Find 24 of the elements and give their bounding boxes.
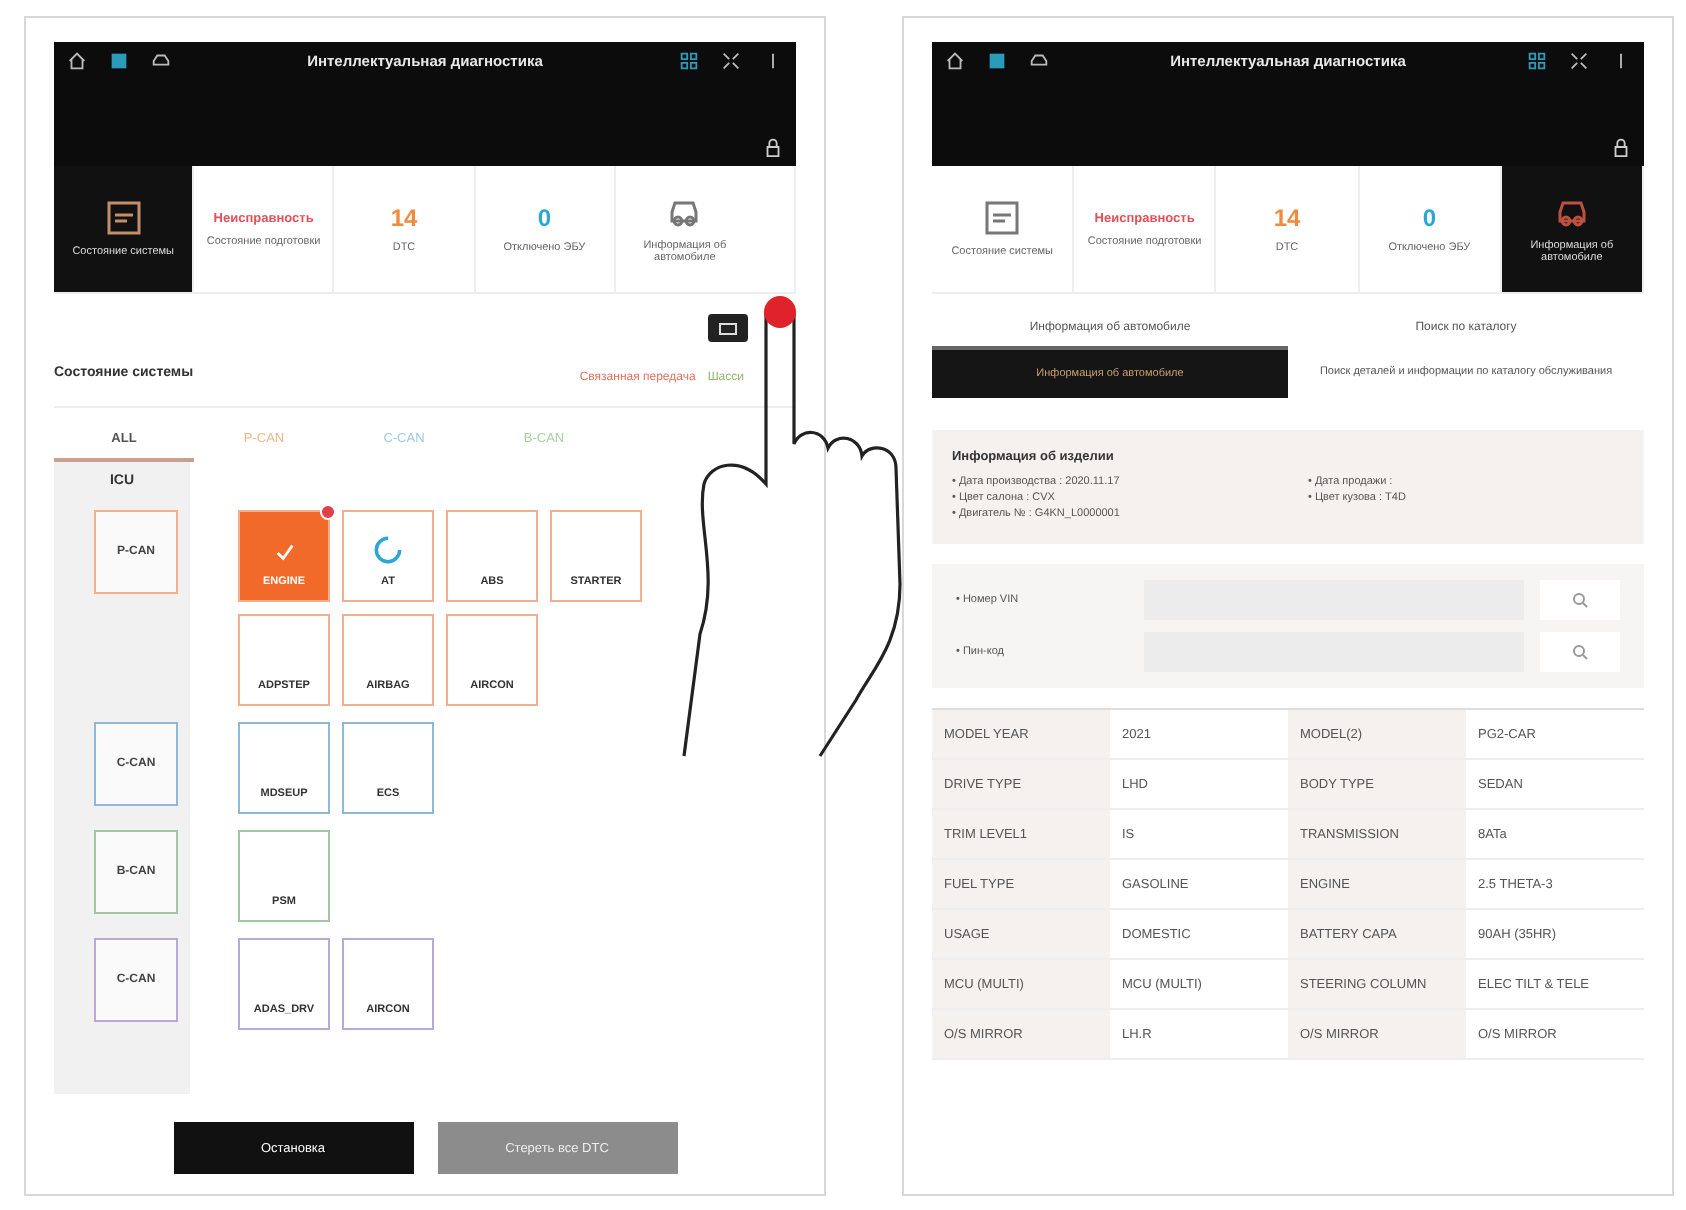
- grid-icon[interactable]: [678, 50, 700, 72]
- monitor-icon: [984, 200, 1021, 236]
- home-icon[interactable]: [66, 50, 88, 72]
- square-icon[interactable]: [986, 50, 1008, 72]
- expand-icon[interactable]: [720, 50, 742, 72]
- square-icon[interactable]: [108, 50, 130, 72]
- count-value: 0: [537, 204, 552, 232]
- count-value: 0: [1422, 204, 1437, 232]
- lock-icon[interactable]: [1610, 136, 1632, 158]
- car-icon[interactable]: [1028, 50, 1050, 72]
- count-value: 14: [390, 204, 418, 232]
- alert-badge: [320, 504, 336, 520]
- search-icon: [1572, 592, 1588, 608]
- grid-icon[interactable]: [1526, 50, 1548, 72]
- search-icon: [1572, 644, 1588, 660]
- print-button[interactable]: [708, 314, 748, 342]
- count-value: 14: [1273, 204, 1301, 232]
- lock-icon[interactable]: [762, 136, 784, 158]
- car-icon[interactable]: [150, 50, 172, 72]
- check-icon: [273, 542, 295, 564]
- spinner-icon: [374, 536, 402, 564]
- expand-icon[interactable]: [1568, 50, 1590, 72]
- home-icon[interactable]: [944, 50, 966, 72]
- monitor-icon: [105, 200, 142, 236]
